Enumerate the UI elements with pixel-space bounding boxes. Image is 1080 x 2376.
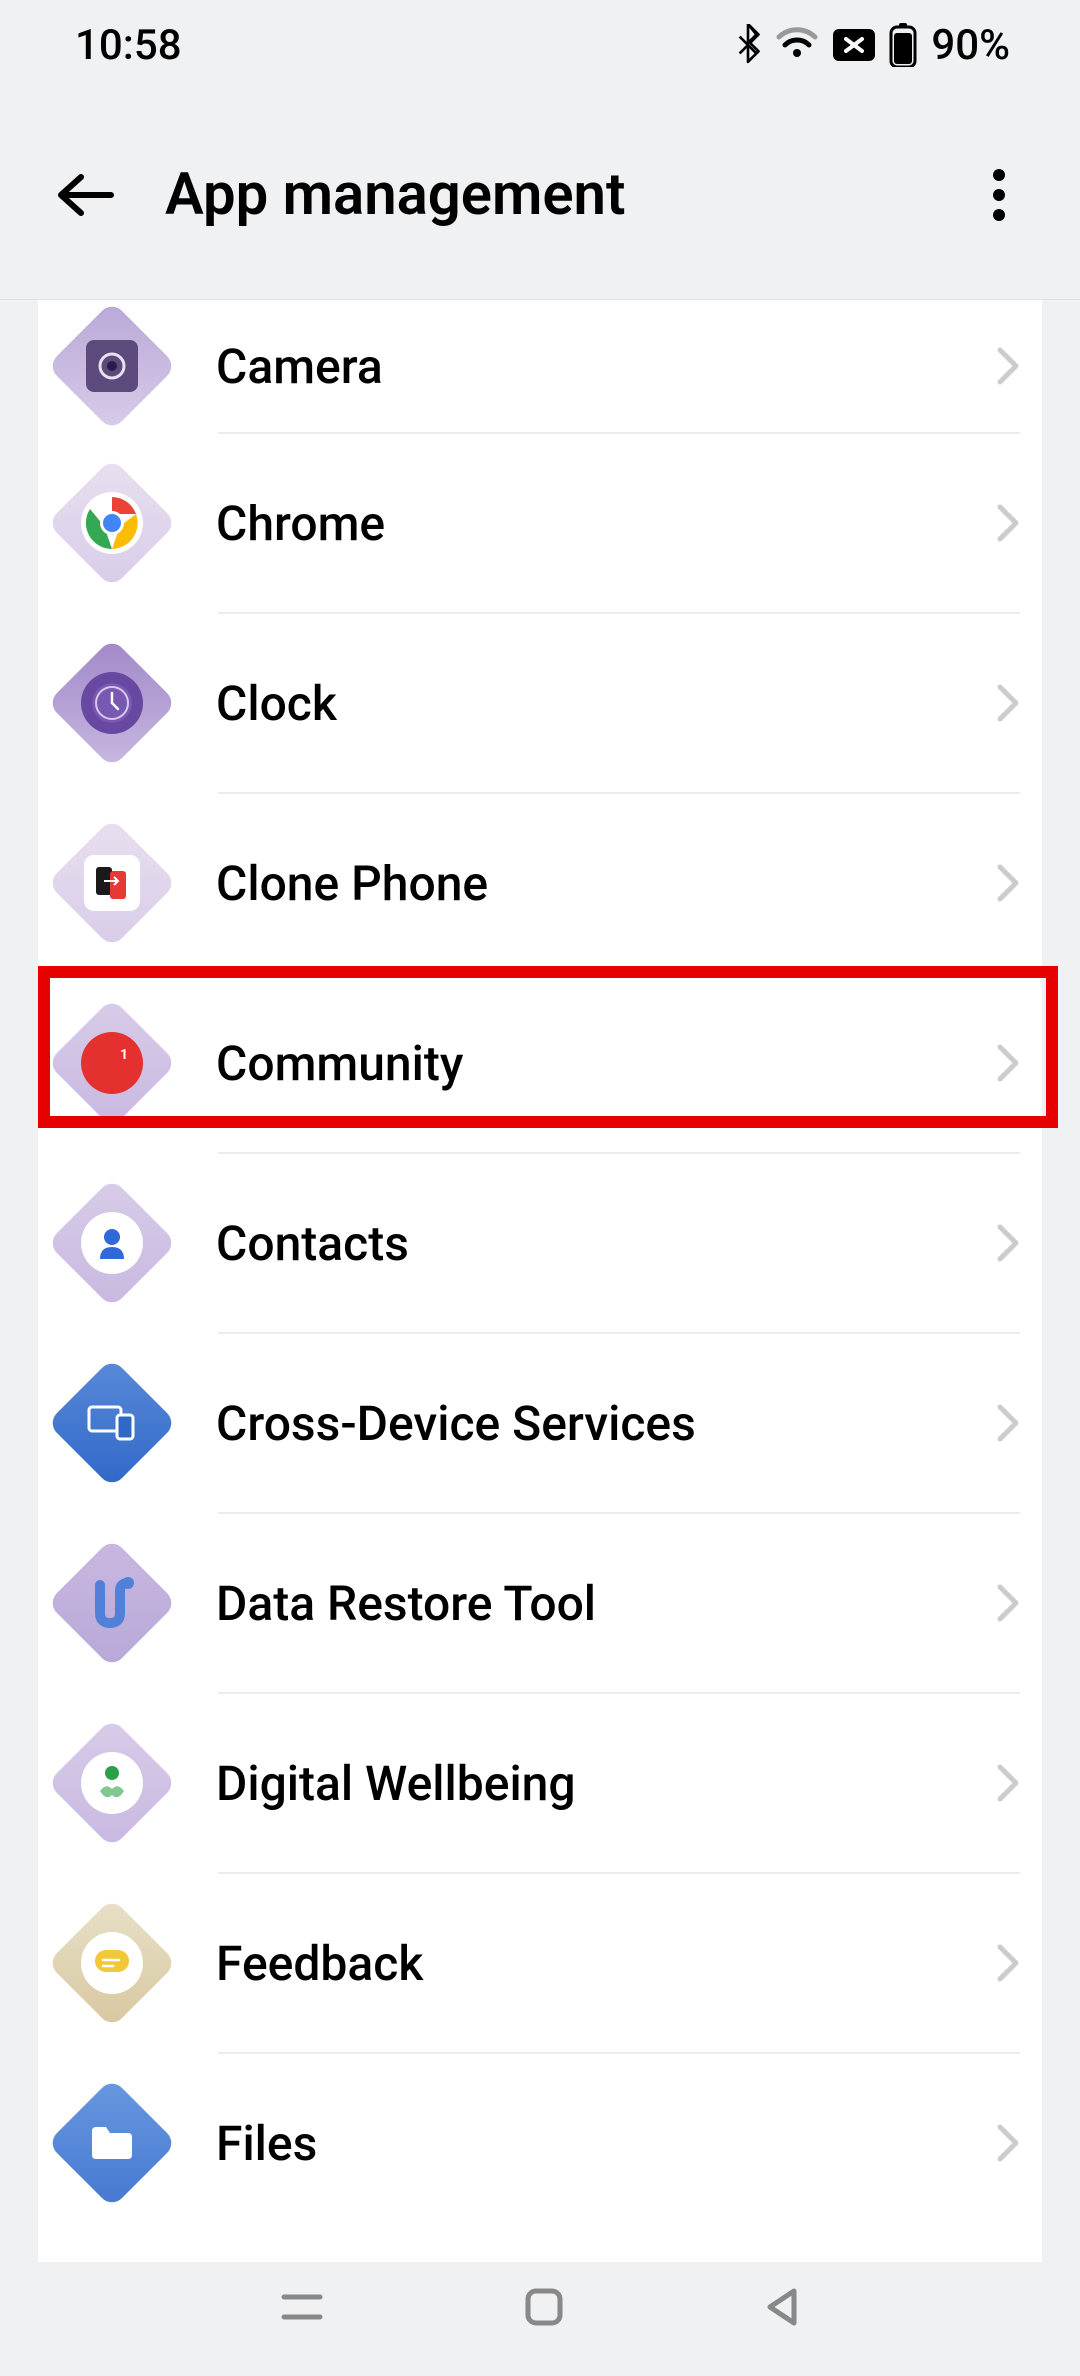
- app-label: Digital Wellbeing: [216, 1755, 996, 1812]
- svg-text:1: 1: [120, 1047, 128, 1063]
- app-icon-feedback: [66, 1917, 158, 2009]
- app-label: Clone Phone: [216, 855, 996, 912]
- app-row-cross-device[interactable]: Cross-Device Services: [38, 1334, 1042, 1512]
- app-row-clock[interactable]: Clock: [38, 614, 1042, 792]
- battery-icon: [889, 23, 917, 67]
- app-icon-data-restore: [66, 1557, 158, 1649]
- app-row-camera[interactable]: Camera: [38, 300, 1042, 432]
- status-time: 10:58: [75, 21, 182, 70]
- chevron-right-icon: [996, 1583, 1020, 1623]
- header: App management: [0, 90, 1080, 300]
- app-icon-digital-wellbeing: [66, 1737, 158, 1829]
- more-button[interactable]: [968, 164, 1030, 226]
- app-icon-camera: [66, 320, 158, 412]
- page-title: App management: [165, 161, 968, 229]
- navigation-bar: [0, 2242, 1080, 2376]
- app-icon-clone-phone: [66, 837, 158, 929]
- triangle-left-icon: [762, 2285, 802, 2329]
- chevron-right-icon: [996, 503, 1020, 543]
- chevron-right-icon: [996, 346, 1020, 386]
- app-label: Chrome: [216, 495, 996, 552]
- app-label: Contacts: [216, 1215, 996, 1272]
- battery-percent: 90%: [931, 21, 1010, 70]
- close-badge-icon: [833, 29, 875, 61]
- app-row-chrome[interactable]: Chrome: [38, 434, 1042, 612]
- app-label: Community: [216, 1035, 996, 1092]
- app-icon-cross-device: [66, 1377, 158, 1469]
- app-icon-contacts: [66, 1197, 158, 1289]
- app-row-digital-wellbeing[interactable]: Digital Wellbeing: [38, 1694, 1042, 1872]
- app-label: Clock: [216, 675, 996, 732]
- app-row-contacts[interactable]: Contacts: [38, 1154, 1042, 1332]
- app-label: Camera: [216, 338, 996, 395]
- more-vert-icon: [993, 169, 1005, 221]
- chevron-right-icon: [996, 1943, 1020, 1983]
- menu-icon: [278, 2287, 326, 2327]
- app-label: Feedback: [216, 1935, 996, 1992]
- app-label: Data Restore Tool: [216, 1575, 996, 1632]
- app-label: Files: [216, 2115, 996, 2172]
- app-icon-clock: [66, 657, 158, 749]
- status-right: 90%: [735, 21, 1010, 70]
- nav-back-button[interactable]: [762, 2285, 802, 2333]
- app-icon-community: 1: [66, 1017, 158, 1109]
- app-row-files[interactable]: Files: [38, 2054, 1042, 2232]
- arrow-left-icon: [57, 173, 115, 217]
- app-row-feedback[interactable]: Feedback: [38, 1874, 1042, 2052]
- nav-home-button[interactable]: [522, 2285, 566, 2333]
- chevron-right-icon: [996, 1223, 1020, 1263]
- chevron-right-icon: [996, 2123, 1020, 2163]
- square-icon: [522, 2285, 566, 2329]
- chevron-right-icon: [996, 1403, 1020, 1443]
- chevron-right-icon: [996, 863, 1020, 903]
- app-list: Camera Chrome: [38, 300, 1042, 2262]
- nav-recent-button[interactable]: [278, 2287, 326, 2331]
- app-icon-files: [66, 2097, 158, 2189]
- app-icon-chrome: [66, 477, 158, 569]
- back-button[interactable]: [55, 164, 117, 226]
- bluetooth-icon: [735, 24, 761, 66]
- app-row-data-restore[interactable]: Data Restore Tool: [38, 1514, 1042, 1692]
- status-bar: 10:58 90%: [0, 0, 1080, 90]
- wifi-icon: [775, 27, 819, 63]
- app-label: Cross-Device Services: [216, 1395, 996, 1452]
- chevron-right-icon: [996, 1763, 1020, 1803]
- chevron-right-icon: [996, 683, 1020, 723]
- chevron-right-icon: [996, 1043, 1020, 1083]
- app-row-clone-phone[interactable]: Clone Phone: [38, 794, 1042, 972]
- app-row-community[interactable]: 1 Community: [38, 974, 1042, 1152]
